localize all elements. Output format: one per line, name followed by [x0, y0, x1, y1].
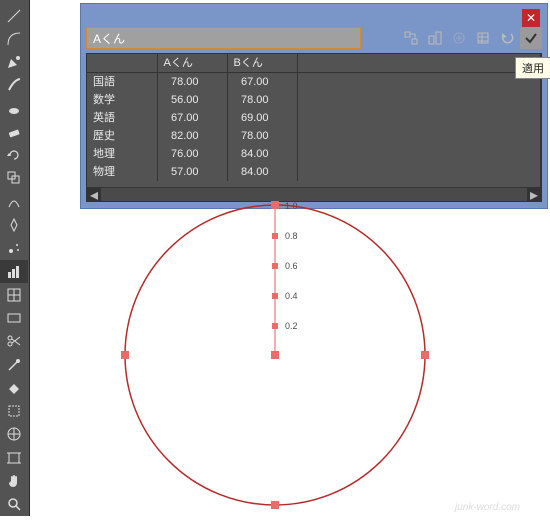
eyedropper-tool[interactable]: [0, 353, 28, 376]
transpose-button[interactable]: [400, 27, 422, 49]
zoom-tool[interactable]: [0, 493, 28, 516]
cell[interactable]: 67.00: [227, 73, 297, 92]
row-label: 数学: [87, 91, 157, 109]
scroll-right-icon[interactable]: ▸: [527, 188, 541, 202]
revert-button[interactable]: [496, 27, 518, 49]
close-icon[interactable]: ✕: [522, 9, 540, 27]
table-row[interactable]: 歴史82.0078.00: [87, 127, 541, 145]
arc-tool[interactable]: [0, 27, 28, 50]
switch-xy-button[interactable]: [424, 27, 446, 49]
data-grid[interactable]: Aくん Bくん 国語78.0067.00数学56.0078.00英語67.006…: [86, 53, 542, 202]
crystallize-tool[interactable]: [0, 213, 28, 236]
tick-label: 1.0: [285, 201, 298, 211]
scissors-tool[interactable]: [0, 330, 28, 353]
watermark: junk-word.com: [455, 502, 520, 513]
graph-data-panel: ✕ 適用 Aくん Bくん 国語78.00: [80, 3, 548, 209]
cell[interactable]: 69.00: [227, 109, 297, 127]
row-label: 地理: [87, 145, 157, 163]
cell-value-input[interactable]: [86, 27, 361, 49]
cell[interactable]: 57.00: [157, 163, 227, 181]
perspective-tool[interactable]: [0, 423, 28, 446]
cell[interactable]: 84.00: [227, 163, 297, 181]
col-header[interactable]: Aくん: [157, 54, 227, 73]
row-label: 歴史: [87, 127, 157, 145]
col-header[interactable]: Bくん: [227, 54, 297, 73]
cell[interactable]: 76.00: [157, 145, 227, 163]
cell-style-button: [448, 27, 470, 49]
apply-tooltip: 適用: [515, 57, 550, 79]
table-row[interactable]: 地理76.0084.00: [87, 145, 541, 163]
rotate-tool[interactable]: [0, 144, 28, 167]
tick-label: 0.6: [285, 261, 298, 271]
scroll-left-icon[interactable]: ◂: [87, 188, 101, 202]
blob-brush-tool[interactable]: [0, 97, 28, 120]
pen-tool[interactable]: [0, 51, 28, 74]
table-row[interactable]: 国語78.0067.00: [87, 73, 541, 92]
live-paint-selection-tool[interactable]: [0, 400, 28, 423]
warp-tool[interactable]: [0, 190, 28, 213]
mesh-tool[interactable]: [0, 283, 28, 306]
cell[interactable]: 78.00: [227, 91, 297, 109]
apply-button[interactable]: [520, 27, 542, 49]
eraser-tool[interactable]: [0, 120, 28, 143]
cell[interactable]: 78.00: [227, 127, 297, 145]
hand-tool[interactable]: [0, 469, 28, 492]
tool-toolbar: [0, 0, 30, 516]
col-header[interactable]: [297, 54, 541, 73]
cell[interactable]: 78.00: [157, 73, 227, 92]
line-tool[interactable]: [0, 4, 28, 27]
table-row[interactable]: 物理57.0084.00: [87, 163, 541, 181]
rectangle-tool[interactable]: [0, 306, 28, 329]
symbol-sprayer-tool[interactable]: [0, 237, 28, 260]
row-label: 国語: [87, 73, 157, 92]
paintbrush-tool[interactable]: [0, 74, 28, 97]
table-row[interactable]: 数学56.0078.00: [87, 91, 541, 109]
tick-label: 0.8: [285, 231, 298, 241]
row-label: 物理: [87, 163, 157, 181]
live-paint-bucket-tool[interactable]: [0, 376, 28, 399]
cell[interactable]: 84.00: [227, 145, 297, 163]
tick-label: 0.2: [285, 321, 298, 331]
tick-label: 0.4: [285, 291, 298, 301]
col-header[interactable]: [87, 54, 157, 73]
cell[interactable]: 56.00: [157, 91, 227, 109]
scale-tool[interactable]: [0, 167, 28, 190]
column-graph-tool[interactable]: [0, 260, 28, 283]
table-header-row: Aくん Bくん: [87, 54, 541, 73]
row-label: 英語: [87, 109, 157, 127]
cell[interactable]: 67.00: [157, 109, 227, 127]
table-row[interactable]: 英語67.0069.00: [87, 109, 541, 127]
canvas-area[interactable]: ✕ 適用 Aくん Bくん 国語78.00: [30, 0, 550, 516]
import-data-button[interactable]: [472, 27, 494, 49]
cell[interactable]: 82.00: [157, 127, 227, 145]
artboard-tool[interactable]: [0, 446, 28, 469]
radar-chart[interactable]: 1.0 0.8 0.6 0.4 0.2: [115, 195, 435, 515]
